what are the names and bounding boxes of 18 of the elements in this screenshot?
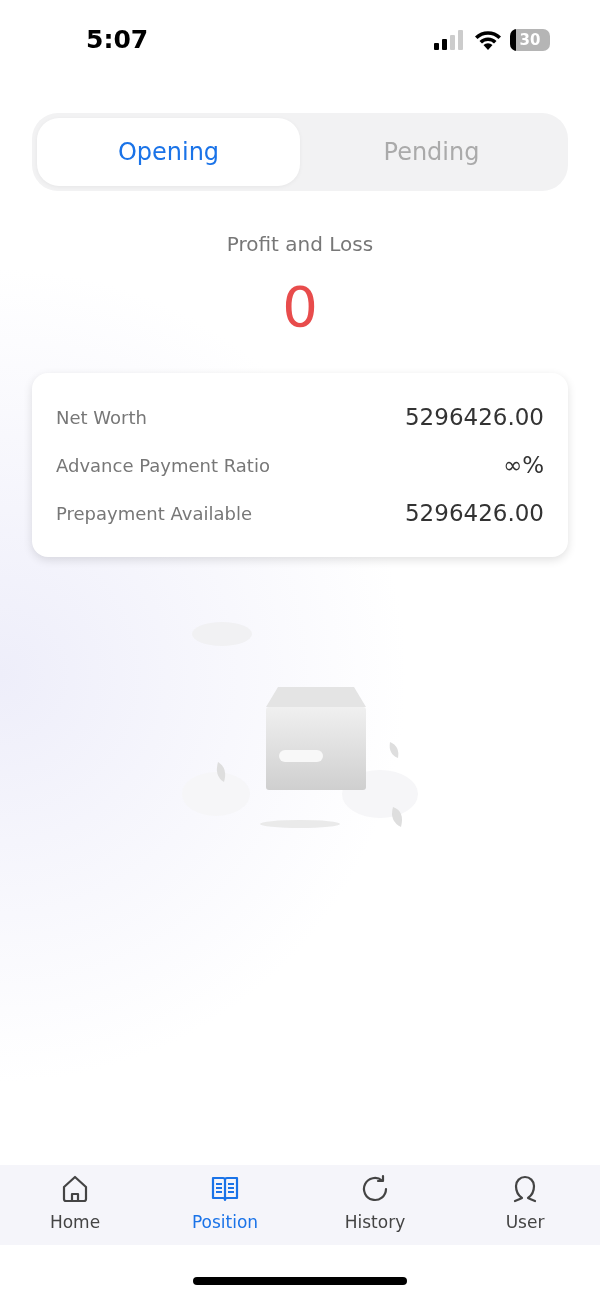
stat-label: Prepayment Available — [56, 501, 252, 526]
profit-loss-label: Profit and Loss — [225, 231, 375, 258]
nav-tab[interactable]: Home — [0, 1165, 150, 1245]
home-icon — [60, 1174, 90, 1205]
profit-loss-value: 0 — [281, 279, 319, 335]
stat-value: 5296426.00 — [405, 498, 544, 528]
tab[interactable]: Opening — [37, 118, 300, 186]
stat-value: ∞% — [503, 450, 544, 480]
stat-label: Advance Payment Ratio — [56, 453, 270, 478]
battery-icon: 30 — [510, 29, 550, 51]
status-time: 5:07 — [86, 24, 149, 57]
stat-value: 5296426.00 — [405, 402, 544, 432]
nav-tab[interactable]: Position — [150, 1165, 300, 1245]
stat-label: Net Worth — [56, 405, 147, 430]
nav-tab[interactable]: User — [450, 1165, 600, 1245]
nav-tab[interactable]: History — [300, 1165, 450, 1245]
signal-icon — [434, 30, 466, 50]
wifi-icon — [474, 30, 502, 50]
